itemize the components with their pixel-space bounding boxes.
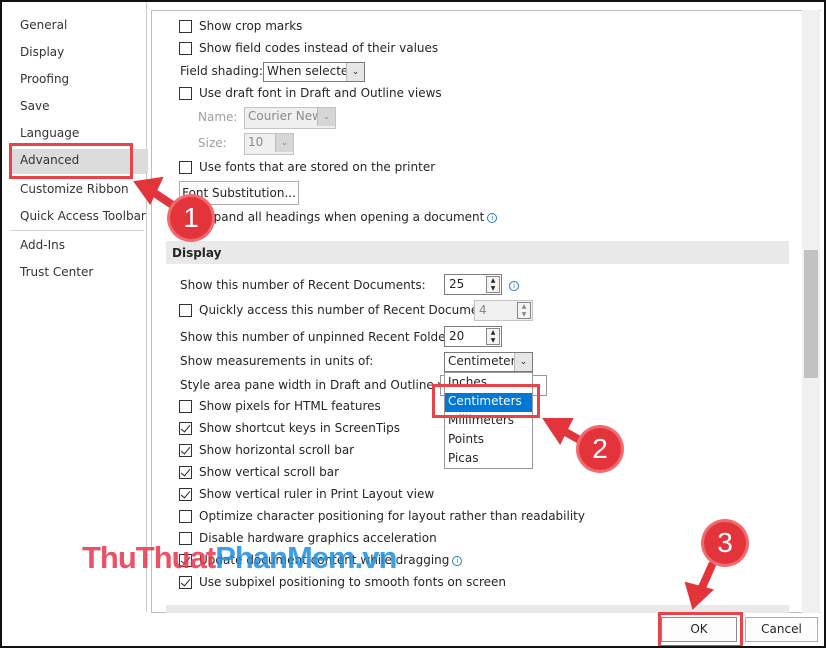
step-marker-3: 3	[704, 522, 746, 564]
annotation-arrows	[133, 176, 716, 610]
step-marker-1: 1	[170, 197, 212, 239]
step-marker-2: 2	[579, 428, 621, 470]
arrowhead-step3	[684, 581, 714, 610]
